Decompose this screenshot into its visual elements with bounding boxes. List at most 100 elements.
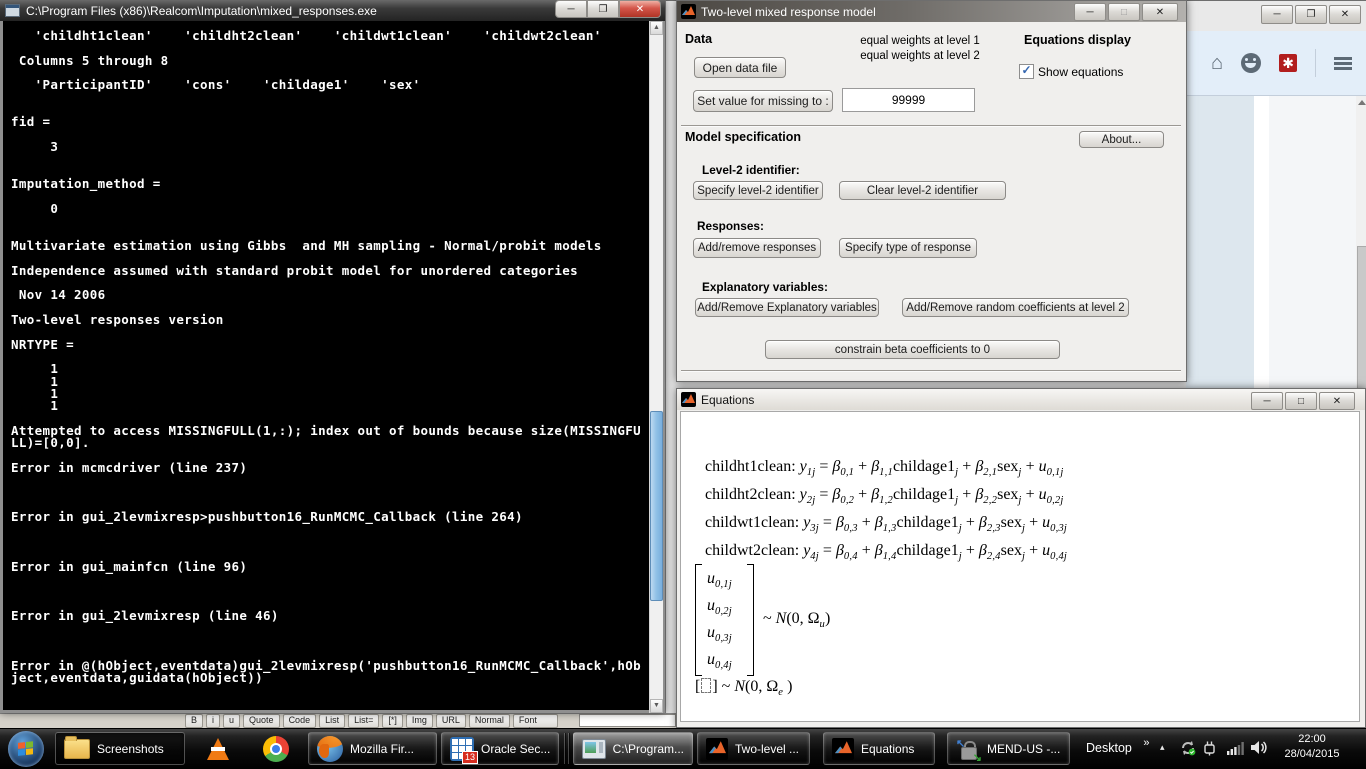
equations-content: childht1clean: y1j = β0,1 + β1,1childage… — [680, 411, 1360, 722]
taskbar-label: Mozilla Fir... — [350, 742, 414, 756]
editor-button-[*][interactable]: [*] — [382, 714, 403, 728]
scroll-thumb[interactable] — [650, 411, 663, 601]
scroll-up-arrow[interactable] — [1358, 100, 1366, 105]
console-window: C:\Program Files (x86)\Realcom\Imputatio… — [0, 0, 665, 713]
missing-value-field[interactable] — [842, 88, 975, 112]
equation-line: childht1clean: y1j = β0,1 + β1,1childage… — [705, 458, 1064, 478]
desktop-toolbar-label: Desktop — [1086, 741, 1132, 755]
console-title-text: C:\Program Files (x86)\Realcom\Imputatio… — [26, 4, 377, 18]
matlab-icon — [681, 392, 696, 407]
taskbar-item-console[interactable]: C:\Program... — [573, 732, 693, 765]
editor-font-colour-button[interactable]: Font colour — [513, 714, 558, 728]
about-button[interactable]: About... — [1079, 131, 1164, 148]
sync-icon[interactable] — [1180, 740, 1196, 759]
responses-label: Responses: — [697, 219, 764, 233]
scroll-up-arrow[interactable]: ▲ — [650, 21, 663, 35]
model-window: Two-level mixed response model ─ □ ✕ Dat… — [676, 0, 1187, 382]
console-titlebar[interactable]: C:\Program Files (x86)\Realcom\Imputatio… — [0, 0, 665, 21]
equations-window: Equations ─ □ ✕ childht1clean: y1j = β0,… — [676, 388, 1366, 728]
e-distribution-line: [] ~ N(0, Ωe ) — [695, 678, 792, 698]
console-window-icon — [582, 739, 606, 759]
taskbar-label: Screenshots — [97, 742, 164, 756]
matlab-icon — [681, 4, 696, 19]
taskbar-item-firefox[interactable]: Mozilla Fir... — [308, 732, 437, 765]
close-icon[interactable]: ✕ — [1319, 392, 1355, 410]
close-icon[interactable]: ✕ — [1142, 3, 1178, 21]
bracket-open: [ — [695, 678, 700, 695]
taskbar-item-mendus[interactable]: ↖↘ MEND-US -... — [947, 732, 1070, 765]
close-icon[interactable]: ✕ — [1329, 5, 1361, 24]
taskbar-label: MEND-US -... — [987, 742, 1060, 756]
editor-button-Quote[interactable]: Quote — [243, 714, 280, 728]
editor-button-Img[interactable]: Img — [406, 714, 433, 728]
scroll-down-arrow[interactable]: ▼ — [650, 699, 663, 713]
restore-icon[interactable]: ❐ — [1295, 5, 1327, 24]
volume-icon[interactable] — [1251, 740, 1268, 758]
console-scrollbar[interactable]: ▲ ▼ — [649, 21, 663, 713]
taskbar-clock[interactable]: 22:00 28/04/2015 — [1272, 732, 1352, 766]
editor-buttons: BiuQuoteCodeListList=[*]ImgURL — [185, 714, 466, 728]
add-remove-random-button[interactable]: Add/Remove random coefficients at level … — [902, 298, 1129, 317]
show-hidden-icons-button[interactable]: ▴ — [1160, 742, 1165, 753]
taskbar-item-chrome[interactable] — [256, 734, 296, 764]
chrome-icon — [263, 736, 289, 762]
editor-button-u[interactable]: u — [223, 714, 240, 728]
network-signal-icon[interactable] — [1227, 742, 1244, 758]
home-icon[interactable]: ⌂ — [1211, 53, 1223, 73]
taskbar-item-equations[interactable]: Equations — [823, 732, 935, 765]
vlc-icon — [207, 738, 229, 760]
taskbar-label: Oracle Sec... — [481, 742, 550, 756]
weights-text: equal weights at level 1 equal weights a… — [857, 34, 983, 64]
section-divider — [681, 370, 1181, 372]
open-data-file-button[interactable]: Open data file — [694, 57, 786, 78]
start-button[interactable] — [8, 731, 44, 767]
console-text: 'childht1clean' 'childht2clean' 'childwt… — [3, 21, 649, 684]
restore-icon[interactable]: ❐ — [587, 0, 619, 18]
editor-button-Code[interactable]: Code — [283, 714, 317, 728]
clear-level2-button[interactable]: Clear level-2 identifier — [839, 181, 1006, 200]
editor-button-List[interactable]: List — [319, 714, 345, 728]
close-icon[interactable]: ✕ — [619, 0, 661, 18]
lastpass-icon[interactable]: ✱ — [1279, 54, 1297, 72]
desktop-toolbar[interactable]: Desktop » — [1086, 741, 1149, 755]
taskbar-item-vlc[interactable] — [198, 734, 238, 764]
taskbar-divider — [568, 733, 569, 764]
chevron-right-icon[interactable]: » — [1143, 737, 1149, 749]
taskbar-item-screenshots[interactable]: Screenshots — [55, 732, 185, 765]
editor-style-dropdown[interactable]: Normal ▾ — [469, 714, 510, 728]
specify-level2-button[interactable]: Specify level-2 identifier — [693, 181, 823, 200]
maximize-icon[interactable]: □ — [1285, 392, 1317, 410]
power-plug-icon[interactable] — [1202, 740, 1217, 759]
add-remove-explanatory-button[interactable]: Add/Remove Explanatory variables — [695, 298, 879, 317]
taskbar-label: C:\Program... — [613, 742, 684, 756]
minimize-icon[interactable]: ─ — [555, 0, 587, 18]
chat-bubble-icon[interactable] — [1241, 53, 1261, 73]
equations-titlebar[interactable]: Equations ─ □ ✕ — [677, 389, 1365, 410]
editor-button-List=[interactable]: List= — [348, 714, 379, 728]
minimize-icon[interactable]: ─ — [1261, 5, 1293, 24]
minimize-icon[interactable]: ─ — [1251, 392, 1283, 410]
specify-type-button[interactable]: Specify type of response — [839, 238, 977, 258]
hamburger-menu-icon[interactable] — [1334, 55, 1352, 72]
secure-sync-lock-icon: ↖↘ — [956, 737, 980, 761]
equation-line: childwt2clean: y4j = β0,4 + β1,4childage… — [705, 542, 1067, 562]
editor-button-B[interactable]: B — [185, 714, 203, 728]
matlab-icon — [832, 738, 854, 760]
editor-button-i[interactable]: i — [206, 714, 220, 728]
show-equations-checkbox[interactable]: ✓ — [1019, 64, 1034, 79]
constrain-beta-button[interactable]: constrain beta coefficients to 0 — [765, 340, 1060, 359]
firefox-icon — [317, 736, 343, 762]
add-remove-responses-button[interactable]: Add/remove responses — [693, 238, 821, 258]
model-spec-heading: Model specification — [685, 130, 801, 144]
minimize-icon[interactable]: ─ — [1074, 3, 1106, 21]
set-missing-button[interactable]: Set value for missing to : — [693, 90, 833, 112]
maximize-icon[interactable]: □ — [1108, 3, 1140, 21]
taskbar-item-twolevel[interactable]: Two-level ... — [697, 732, 810, 765]
editor-input[interactable] — [579, 714, 676, 727]
scroll-thumb[interactable] — [1357, 246, 1366, 393]
matrix-row: u0,2j — [707, 597, 732, 617]
editor-button-URL[interactable]: URL — [436, 714, 466, 728]
taskbar-item-oracle[interactable]: 13 Oracle Sec... — [441, 732, 559, 765]
model-titlebar[interactable]: Two-level mixed response model ─ □ ✕ — [677, 1, 1186, 22]
matrix-bracket-left — [695, 564, 702, 676]
